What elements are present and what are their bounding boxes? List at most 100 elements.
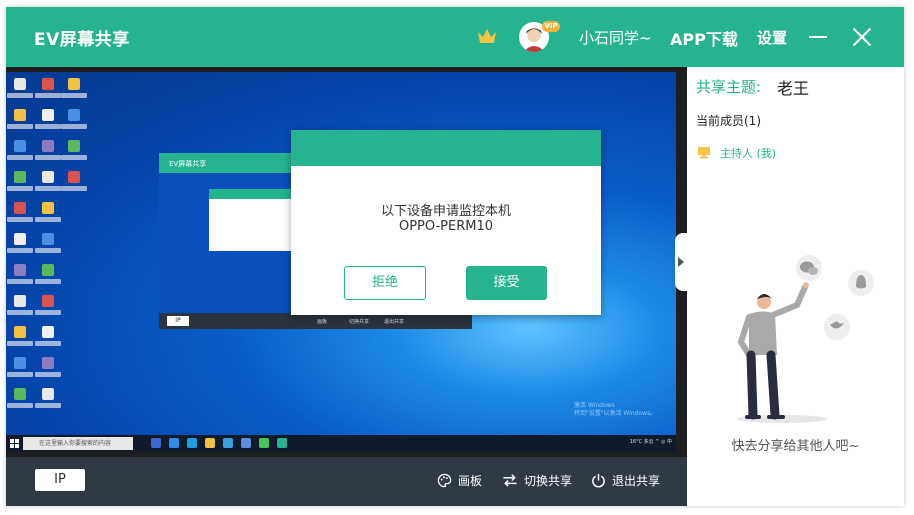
- desktop-icon-label: [35, 372, 61, 377]
- monitor-request-dialog: 以下设备申请监控本机 OPPO-PERM10 拒绝 接受: [291, 130, 601, 315]
- dialog-device-name: OPPO-PERM10: [398, 219, 494, 234]
- ip-button[interactable]: IP: [35, 469, 85, 491]
- desktop-icon: [14, 233, 26, 245]
- desktop-icon-label: [7, 217, 33, 222]
- desktop-icon-label: [7, 372, 33, 377]
- desktop-icon-label: [7, 341, 33, 346]
- desktop-icon-label: [7, 155, 33, 160]
- qq-icon: [848, 270, 874, 296]
- mail-icon: [241, 438, 251, 448]
- desktop-icon: [42, 388, 54, 400]
- desktop-icon-label: [7, 93, 33, 98]
- accept-button[interactable]: 接受: [466, 266, 547, 300]
- draw-board-label: 画板: [458, 474, 483, 488]
- shared-screen-view[interactable]: EV屏幕共享 IP 画板 切换共享 退出共享 以下设备申请监控本机 OPPO-P: [6, 67, 687, 457]
- taskbar-tray: 16°C 多云 ^ ◎ 中: [629, 439, 672, 445]
- desktop-icon-label: [35, 186, 61, 191]
- desktop-icon-label: [35, 341, 61, 346]
- desktop-icon: [42, 171, 54, 183]
- switch-share-label: 切换共享: [524, 474, 573, 488]
- inner-ip-button: IP: [167, 316, 189, 326]
- browser-icon: [187, 438, 197, 448]
- taskview-icon: [151, 438, 161, 448]
- desktop-icon: [14, 171, 26, 183]
- inner-switch-share: 切换共享: [349, 319, 370, 325]
- inner-exit-share: 退出共享: [384, 319, 405, 325]
- vip-badge: VIP: [542, 21, 560, 32]
- desktop-icon-label: [35, 310, 61, 315]
- app-title: EV屏幕共享: [34, 30, 130, 50]
- desktop-icon-label: [61, 186, 87, 191]
- desktop-icon: [14, 388, 26, 400]
- topic-value: 老王: [777, 79, 810, 98]
- desktop-icon: [42, 264, 54, 276]
- explorer-icon: [205, 438, 215, 448]
- ev-share-icon: [277, 438, 287, 448]
- app-download-link[interactable]: APP下载: [670, 26, 738, 50]
- topic-label: 共享主题:: [696, 78, 762, 96]
- inner-window-title: EV屏幕共享: [169, 160, 207, 168]
- dialog-header: [291, 130, 601, 166]
- store-icon: [223, 438, 233, 448]
- desktop-icon: [42, 295, 54, 307]
- desktop-icon-label: [35, 93, 61, 98]
- collapse-panel-toggle[interactable]: [675, 233, 687, 291]
- desktop-icon-label: [7, 248, 33, 253]
- desktop-icon-label: [7, 186, 33, 191]
- share-illustration: [737, 255, 874, 423]
- desktop-icon: [14, 326, 26, 338]
- crown-icon[interactable]: [476, 25, 498, 47]
- inner-toolbar: IP 画板 切换共享 退出共享: [159, 313, 472, 329]
- desktop-icon: [68, 109, 80, 121]
- desktop-icon-label: [35, 124, 61, 129]
- power-icon: [592, 473, 605, 488]
- draw-board-button[interactable]: 画板: [437, 472, 482, 489]
- remote-desktop: EV屏幕共享 IP 画板 切换共享 退出共享 以下设备申请监控本机 OPPO-P: [6, 72, 676, 440]
- monitor-icon: [698, 147, 710, 159]
- side-panel: 共享主题: 老王 当前成员(1) 主持人 (我) 快去分享给其他人吧~: [675, 67, 904, 506]
- minimize-icon[interactable]: [809, 36, 827, 38]
- desktop-icon-label: [61, 155, 87, 160]
- exit-share-button[interactable]: 退出共享: [591, 472, 660, 489]
- windows-start-icon: [10, 439, 19, 448]
- taskbar-search: 在这里输入你要搜索的内容: [23, 437, 133, 450]
- desktop-icon: [42, 326, 54, 338]
- desktop-icon-label: [7, 403, 33, 408]
- switch-arrows-icon: [503, 474, 517, 487]
- desktop-icon: [14, 357, 26, 369]
- edge-icon: [169, 438, 179, 448]
- desktop-icon-label: [35, 279, 61, 284]
- twitter-icon: [824, 314, 850, 340]
- switch-share-button[interactable]: 切换共享: [502, 472, 572, 489]
- activate-windows-watermark: 激活 Windows 转到"设置"以激活 Windows。: [574, 402, 656, 418]
- desktop-icon-label: [35, 403, 61, 408]
- bottom-toolbar: IP 画板 切换共享 退出共享: [6, 457, 687, 506]
- host-member[interactable]: 主持人 (我): [720, 145, 776, 161]
- desktop-icon: [14, 109, 26, 121]
- close-icon[interactable]: [852, 27, 872, 47]
- username[interactable]: 小石同学~: [579, 27, 652, 48]
- desktop-icon-label: [7, 279, 33, 284]
- chrome-icon: [259, 438, 269, 448]
- palette-icon: [437, 473, 452, 488]
- share-prompt: 快去分享给其他人吧~: [731, 439, 860, 454]
- settings-button[interactable]: 设置: [757, 27, 787, 48]
- desktop-icon: [68, 140, 80, 152]
- desktop-icon: [42, 202, 54, 214]
- desktop-icon: [14, 78, 26, 90]
- desktop-icon-label: [7, 124, 33, 129]
- app-window: EV屏幕共享 VIP 小石同学~ APP下载 设置 EV屏幕共享 IP 画板 切…: [6, 7, 904, 506]
- desktop-icon-label: [35, 248, 61, 253]
- title-bar[interactable]: EV屏幕共享 VIP 小石同学~ APP下载 设置: [6, 7, 904, 67]
- desktop-icon-label: [61, 93, 87, 98]
- desktop-icon: [42, 78, 54, 90]
- desktop-icon: [68, 171, 80, 183]
- desktop-icon-label: [35, 155, 61, 160]
- desktop-icon: [14, 202, 26, 214]
- desktop-icon-label: [7, 310, 33, 315]
- desktop-icon-label: [35, 217, 61, 222]
- desktop-icon: [42, 357, 54, 369]
- desktop-icon: [14, 295, 26, 307]
- reject-button[interactable]: 拒绝: [344, 266, 426, 300]
- dialog-message: 以下设备申请监控本机: [380, 204, 511, 219]
